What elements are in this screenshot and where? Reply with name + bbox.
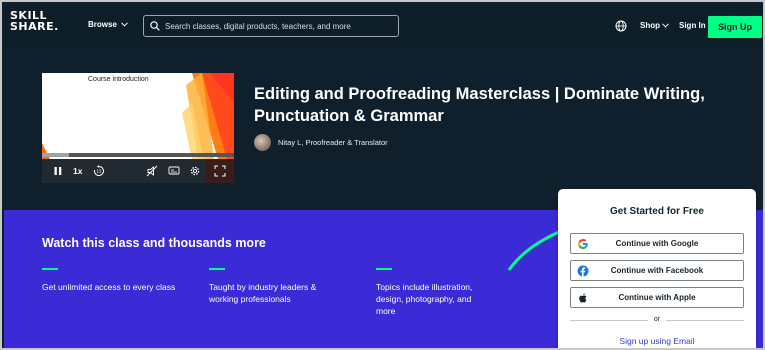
page-frame: SKILL SHARE. Browse Shop — [0, 0, 765, 350]
video-progress-bar[interactable] — [42, 153, 234, 157]
author-info[interactable]: Nitay L, Proofreader & Translator — [254, 134, 388, 151]
shop-menu[interactable]: Shop — [640, 21, 669, 30]
feature-accent-bar — [376, 268, 392, 270]
feature-accent-bar — [209, 268, 225, 270]
search-input[interactable] — [165, 21, 395, 31]
video-player[interactable]: Course introduction 1x 15 — [42, 73, 234, 183]
feature-item: Topics include illustration, design, pho… — [376, 268, 486, 317]
feature-text: Get unlimited access to every class — [42, 282, 176, 292]
google-icon — [578, 239, 588, 249]
signup-card-title: Get Started for Free — [610, 206, 704, 217]
browse-menu[interactable]: Browse — [88, 20, 128, 29]
rewind-15-icon[interactable]: 15 — [93, 165, 105, 177]
browse-label: Browse — [88, 20, 117, 29]
promo-heading: Watch this class and thousands more — [42, 236, 266, 250]
facebook-icon — [577, 265, 589, 277]
top-nav: SKILL SHARE. Browse Shop — [4, 4, 763, 46]
continue-with-google-button[interactable]: Continue with Google — [570, 233, 744, 254]
search-bar[interactable] — [143, 15, 399, 37]
slide-title: Course introduction — [88, 76, 149, 83]
video-controls: 1x 15 — [42, 159, 234, 183]
settings-gear-icon[interactable] — [189, 165, 201, 177]
apple-button-label: Continue with Apple — [618, 293, 696, 302]
language-button[interactable] — [615, 19, 627, 37]
feature-text: Taught by industry leaders & working pro… — [209, 282, 317, 304]
feature-item: Get unlimited access to every class — [42, 268, 192, 293]
course-title: Editing and Proofreading Masterclass | D… — [254, 85, 705, 125]
playback-speed-button[interactable]: 1x — [73, 166, 82, 176]
slide-decoration — [42, 73, 234, 159]
signup-card: Get Started for Free Continue with Googl… — [558, 189, 756, 348]
fullscreen-icon — [214, 165, 226, 177]
chevron-down-icon — [662, 23, 669, 28]
continue-with-facebook-button[interactable]: Continue with Facebook — [570, 260, 744, 281]
fullscreen-button[interactable] — [206, 159, 234, 183]
feature-item: Taught by industry leaders & working pro… — [209, 268, 319, 305]
divider-line-right — [666, 320, 744, 321]
course-hero: Course introduction 1x 15 Editing and Pr… — [4, 46, 763, 210]
continue-with-apple-button[interactable]: Continue with Apple — [570, 287, 744, 308]
author-name: Nitay L, Proofreader & Translator — [278, 138, 388, 147]
author-avatar — [254, 134, 271, 151]
google-button-label: Continue with Google — [615, 239, 699, 248]
shop-label: Shop — [640, 21, 660, 30]
captions-icon[interactable] — [168, 165, 180, 177]
apple-icon — [579, 293, 587, 303]
or-divider: or — [570, 316, 744, 324]
skillshare-logo[interactable]: SKILL SHARE. — [10, 10, 59, 32]
feature-accent-bar — [42, 268, 58, 270]
chevron-down-icon — [121, 22, 128, 27]
globe-icon — [615, 20, 627, 32]
sign-up-button[interactable]: Sign Up — [708, 16, 762, 38]
pause-icon[interactable] — [53, 166, 63, 176]
mute-icon[interactable] — [146, 165, 158, 177]
facebook-button-label: Continue with Facebook — [610, 266, 704, 275]
sign-up-email-link[interactable]: Sign up using Email — [558, 336, 756, 346]
search-icon — [150, 21, 160, 31]
svg-text:15: 15 — [96, 169, 102, 174]
sign-in-link[interactable]: Sign In — [679, 21, 706, 30]
logo-line-2: SHARE. — [10, 20, 59, 33]
feature-text: Topics include illustration, design, pho… — [376, 282, 473, 316]
video-progress-fill — [42, 153, 69, 157]
